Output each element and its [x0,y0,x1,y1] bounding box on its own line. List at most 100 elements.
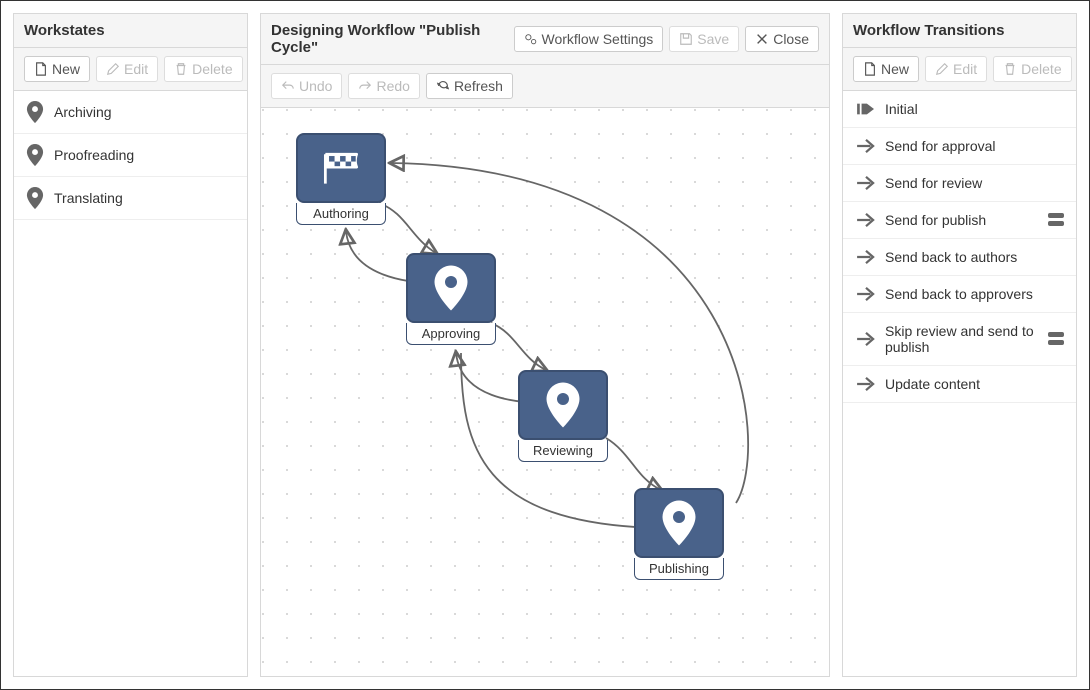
designer-canvas[interactable]: Authoring Approving Re [261,108,829,676]
list-item-label: Translating [54,190,123,206]
arrow-right-icon [855,249,875,265]
pages-icon [1048,213,1064,227]
list-item[interactable]: Send for publish [843,202,1076,239]
list-item[interactable]: Translating [14,177,247,220]
transitions-new-button[interactable]: New [853,56,919,82]
transitions-edit-button[interactable]: Edit [925,56,987,82]
workflow-settings-button[interactable]: Workflow Settings [514,26,664,52]
list-item[interactable]: Update content [843,366,1076,403]
designer-toolbar: Undo Redo Refresh [261,65,829,108]
workstates-edit-label: Edit [124,62,148,76]
list-item-label: Send for approval [885,138,1064,154]
list-item-label: Initial [885,101,1064,117]
arrow-right-icon [855,286,875,302]
list-item[interactable]: Skip review and send to publish [843,313,1076,366]
list-item[interactable]: Proofreading [14,134,247,177]
save-icon [679,32,693,46]
workstates-edit-button[interactable]: Edit [96,56,158,82]
redo-icon [358,79,372,93]
workstates-new-button[interactable]: New [24,56,90,82]
workstates-list: Archiving Proofreading Translating [14,91,247,676]
list-item[interactable]: Archiving [14,91,247,134]
list-item-label: Send for review [885,175,1064,191]
workstates-delete-label: Delete [192,62,232,76]
list-item-label: Update content [885,376,1064,392]
save-label: Save [697,32,729,46]
pin-icon [26,144,44,166]
transitions-delete-label: Delete [1021,62,1061,76]
list-item-label: Send for publish [885,212,1038,228]
pin-icon [661,500,697,546]
refresh-label: Refresh [454,79,503,93]
flag-icon [318,149,364,187]
workstates-delete-button[interactable]: Delete [164,56,242,82]
refresh-icon [436,79,450,93]
arrow-right-icon [855,175,875,191]
transitions-edit-label: Edit [953,62,977,76]
close-button[interactable]: Close [745,26,819,52]
node-authoring[interactable]: Authoring [291,133,391,225]
initial-arrow-icon [855,101,875,117]
undo-button[interactable]: Undo [271,73,342,99]
pin-icon [26,101,44,123]
arrow-right-icon [855,331,875,347]
workflow-settings-label: Workflow Settings [542,32,654,46]
gears-icon [524,32,538,46]
pin-icon [26,187,44,209]
file-new-icon [863,62,877,76]
list-item[interactable]: Initial [843,91,1076,128]
close-icon [755,32,769,46]
undo-icon [281,79,295,93]
transitions-new-label: New [881,62,909,76]
list-item-label: Proofreading [54,147,134,163]
transitions-delete-button[interactable]: Delete [993,56,1071,82]
workstates-panel: Workstates New Edit Delete [13,13,248,677]
designer-title: Designing Workflow "Publish Cycle" [271,22,508,56]
designer-panel: Designing Workflow "Publish Cycle" Workf… [260,13,830,677]
arrow-right-icon [855,212,875,228]
save-button[interactable]: Save [669,26,739,52]
workstates-toolbar: New Edit Delete [14,48,247,91]
workstates-new-label: New [52,62,80,76]
node-body [406,253,496,323]
list-item-label: Archiving [54,104,112,120]
node-label: Reviewing [518,440,608,462]
transitions-title: Workflow Transitions [843,14,1076,48]
node-reviewing[interactable]: Reviewing [513,370,613,462]
workstates-title: Workstates [14,14,247,48]
pencil-icon [106,62,120,76]
transitions-panel: Workflow Transitions New Edit Delete [842,13,1077,677]
list-item[interactable]: Send for approval [843,128,1076,165]
list-item[interactable]: Send for review [843,165,1076,202]
list-item-label: Send back to approvers [885,286,1064,302]
transitions-toolbar: New Edit Delete [843,48,1076,91]
node-label: Approving [406,323,496,345]
undo-label: Undo [299,79,332,93]
node-publishing[interactable]: Publishing [629,488,729,580]
pin-icon [433,265,469,311]
trash-icon [174,62,188,76]
redo-label: Redo [376,79,409,93]
close-label: Close [773,32,809,46]
list-item[interactable]: Send back to authors [843,239,1076,276]
arrow-right-icon [855,376,875,392]
redo-button[interactable]: Redo [348,73,419,99]
pin-icon [545,382,581,428]
node-approving[interactable]: Approving [401,253,501,345]
node-body [634,488,724,558]
transitions-list: Initial Send for approval Send for review S… [843,91,1076,676]
node-body [296,133,386,203]
arrow-right-icon [855,138,875,154]
file-new-icon [34,62,48,76]
pages-icon [1048,332,1064,346]
list-item[interactable]: Send back to approvers [843,276,1076,313]
node-body [518,370,608,440]
designer-header: Designing Workflow "Publish Cycle" Workf… [261,14,829,65]
pencil-icon [935,62,949,76]
list-item-label: Skip review and send to publish [885,323,1038,355]
node-label: Authoring [296,203,386,225]
trash-icon [1003,62,1017,76]
refresh-button[interactable]: Refresh [426,73,513,99]
node-label: Publishing [634,558,724,580]
list-item-label: Send back to authors [885,249,1064,265]
